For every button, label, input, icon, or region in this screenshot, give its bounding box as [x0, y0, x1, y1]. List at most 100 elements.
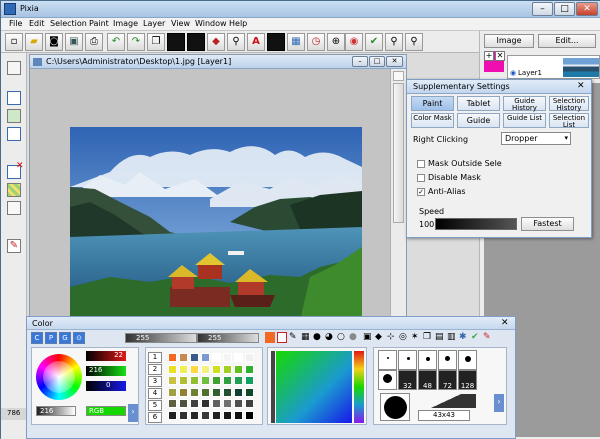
- palette-swatch[interactable]: [212, 399, 221, 408]
- color-mode-p-button[interactable]: P: [45, 332, 57, 344]
- brush-size-32[interactable]: 32: [398, 370, 417, 390]
- grid-icon[interactable]: ▣: [363, 332, 372, 342]
- text-tool-icon[interactable]: A: [247, 33, 265, 51]
- doc-close-button[interactable]: ✕: [386, 56, 403, 67]
- tab-color-mask[interactable]: Color Mask: [411, 113, 454, 128]
- magnifier-icon[interactable]: ⚲: [385, 33, 403, 51]
- redo-icon[interactable]: ↷: [127, 33, 145, 51]
- blank-tool-icon[interactable]: [7, 61, 21, 75]
- canvas-area[interactable]: [30, 69, 390, 321]
- check-tool-icon[interactable]: ✔: [365, 33, 383, 51]
- palette-swatch[interactable]: [234, 353, 243, 362]
- palette-swatch[interactable]: [190, 387, 199, 397]
- brush-dot-4[interactable]: [438, 350, 457, 370]
- lake-mountain-photo[interactable]: [70, 127, 362, 321]
- palette-swatch[interactable]: [190, 410, 199, 420]
- blob-icon[interactable]: ●: [313, 332, 321, 342]
- zoom-icon[interactable]: ⚲: [227, 33, 245, 51]
- image-brush-icon[interactable]: ▤: [435, 332, 444, 342]
- gradient-picker[interactable]: [276, 351, 352, 423]
- right-clicking-dropdown[interactable]: Dropper ▾: [501, 132, 571, 145]
- menu-edit[interactable]: Edit: [29, 19, 45, 28]
- brush-tool-icon[interactable]: ✎: [7, 239, 21, 253]
- palette-swatch[interactable]: [168, 387, 177, 397]
- current-color-swatch[interactable]: RGB: [86, 406, 126, 416]
- brush-size-slider[interactable]: [416, 394, 476, 408]
- menu-window[interactable]: Window: [195, 19, 227, 28]
- minimize-button[interactable]: –: [532, 2, 553, 16]
- palette-swatch[interactable]: [190, 376, 199, 385]
- tab-guide-history[interactable]: Guide History: [503, 96, 546, 111]
- color-mode-g-button[interactable]: G: [59, 332, 71, 344]
- eraser-icon[interactable]: ◆: [207, 33, 225, 51]
- soft-circle-icon[interactable]: ●: [349, 332, 357, 342]
- brush-dot-5[interactable]: [458, 350, 477, 370]
- fill-icon[interactable]: ◕: [325, 332, 333, 342]
- brush-dot-6[interactable]: [378, 370, 397, 390]
- palette-swatch[interactable]: [245, 376, 254, 385]
- palette-swatch[interactable]: [245, 353, 254, 362]
- tab-selection-history[interactable]: Selection History: [549, 96, 589, 111]
- palette-swatch[interactable]: [223, 410, 232, 420]
- background-color-swatch[interactable]: [187, 33, 205, 51]
- document-scrollbar[interactable]: [390, 69, 406, 316]
- mask-outside-selection-checkbox[interactable]: [417, 160, 425, 168]
- open-folder-icon[interactable]: ▰: [25, 33, 43, 51]
- scroll-thumb[interactable]: [393, 83, 404, 223]
- magnifier-out-icon[interactable]: ⚲: [405, 33, 423, 51]
- palette-swatch[interactable]: [179, 399, 188, 408]
- copy-icon[interactable]: ❐: [147, 33, 165, 51]
- palette-swatch-grid[interactable]: [166, 351, 260, 423]
- color-wheel[interactable]: [36, 354, 82, 400]
- palette-swatch[interactable]: [223, 364, 232, 374]
- palette-swatch[interactable]: [234, 387, 243, 397]
- menu-layer[interactable]: Layer: [143, 19, 165, 28]
- brush-heart-icon[interactable]: [265, 332, 275, 343]
- opacity-slider-2[interactable]: 255: [197, 333, 259, 343]
- palette-swatch[interactable]: [179, 353, 188, 362]
- palette-swatch[interactable]: [245, 399, 254, 408]
- print-icon[interactable]: ⎙: [85, 33, 103, 51]
- palette-swatch[interactable]: [201, 376, 210, 385]
- menu-help[interactable]: Help: [229, 19, 247, 28]
- color-mode-circle-button[interactable]: ⊙: [73, 332, 85, 344]
- brush-size-128[interactable]: 128: [458, 370, 477, 390]
- palette-swatch[interactable]: [212, 410, 221, 420]
- maximize-button[interactable]: □: [554, 2, 575, 16]
- palette-swatch[interactable]: [201, 364, 210, 374]
- expand-arrow-icon[interactable]: ›: [128, 404, 138, 422]
- palette-swatch[interactable]: [223, 387, 232, 397]
- brightness-slider[interactable]: 216: [36, 406, 76, 416]
- foreground-color-swatch[interactable]: [167, 33, 185, 51]
- close-button[interactable]: ✕: [576, 2, 598, 16]
- palette-swatch[interactable]: [234, 364, 243, 374]
- menu-view[interactable]: View: [171, 19, 190, 28]
- clock-icon[interactable]: ◷: [307, 33, 325, 51]
- color-wheel-icon[interactable]: ◉: [345, 33, 363, 51]
- magic-icon[interactable]: ✱: [459, 332, 467, 342]
- supplementary-close-icon[interactable]: ✕: [577, 81, 585, 91]
- camera-icon[interactable]: ◙: [45, 33, 63, 51]
- palette-tab-3[interactable]: 3: [148, 376, 162, 387]
- palette-swatch[interactable]: [234, 399, 243, 408]
- tab-guide[interactable]: Guide: [457, 113, 500, 128]
- pattern-tool-icon[interactable]: [7, 183, 21, 197]
- hue-strip[interactable]: [354, 351, 364, 423]
- brush-size-72[interactable]: 72: [438, 370, 457, 390]
- palette-swatch[interactable]: [179, 410, 188, 420]
- palette-swatch[interactable]: [245, 387, 254, 397]
- tab-selection-list[interactable]: Selection List: [549, 113, 589, 128]
- layer-row[interactable]: ◉ Layer1: [507, 55, 600, 79]
- palette-tab-4[interactable]: 4: [148, 388, 162, 399]
- palette-swatch[interactable]: [201, 410, 210, 420]
- image-button[interactable]: Image: [484, 34, 534, 48]
- menu-image[interactable]: Image: [113, 19, 138, 28]
- doc-minimize-button[interactable]: –: [352, 56, 368, 67]
- color-mode-c-button[interactable]: C: [31, 332, 43, 344]
- palette-swatch[interactable]: [234, 376, 243, 385]
- blue-channel-slider[interactable]: 0: [86, 381, 126, 391]
- scroll-up-button[interactable]: [393, 71, 404, 81]
- gradient-handle[interactable]: [271, 351, 275, 423]
- checker-icon[interactable]: ▦: [301, 332, 310, 342]
- fastest-button[interactable]: Fastest: [521, 217, 574, 231]
